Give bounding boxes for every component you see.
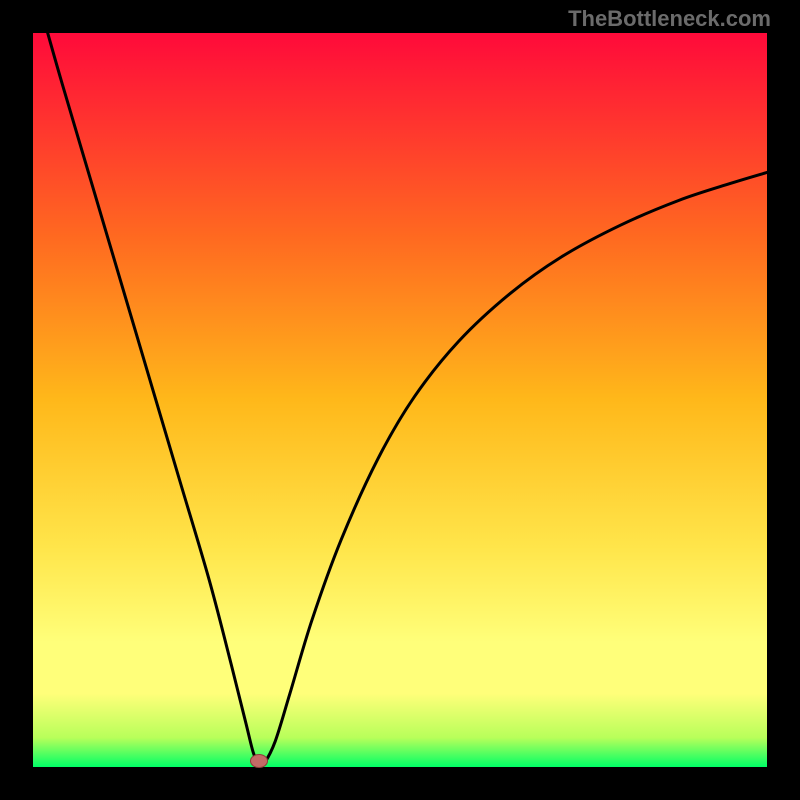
bottleneck-curve xyxy=(33,33,767,767)
series-bottleneck-curve xyxy=(48,33,767,766)
plot-area xyxy=(33,33,767,767)
minimum-point-marker xyxy=(250,754,268,768)
watermark-text: TheBottleneck.com xyxy=(568,6,771,32)
chart-stage: TheBottleneck.com xyxy=(0,0,800,800)
